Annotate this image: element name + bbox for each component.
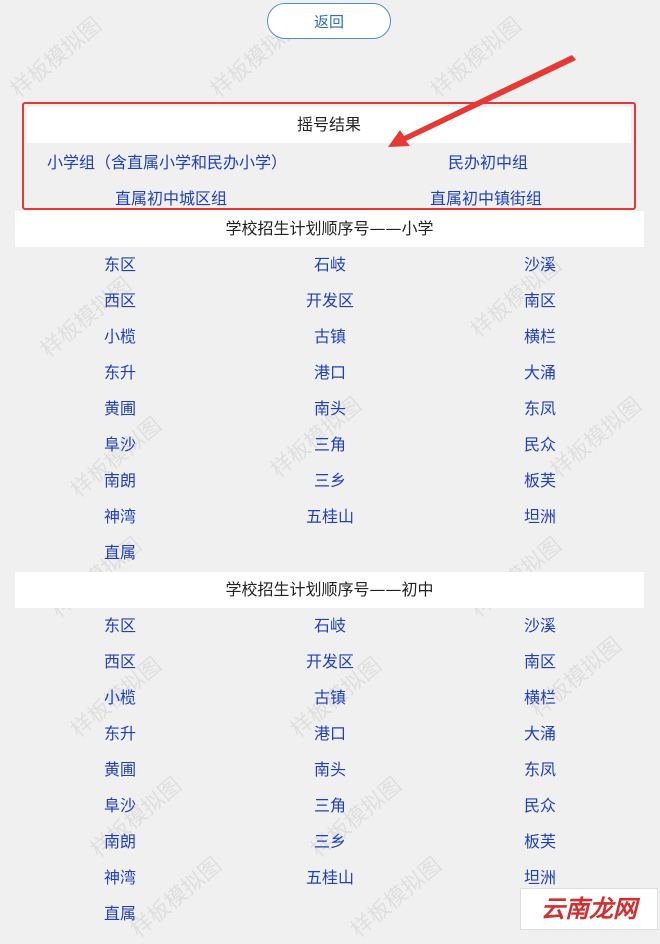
district-link[interactable]: 东升 [60,716,180,752]
private-junior-group-link[interactable]: 民办初中组 [448,149,528,173]
district-link[interactable]: 民众 [480,427,600,463]
district-row: 黄圃 南头 东凤 [15,391,644,427]
district-link[interactable]: 东区 [60,608,180,644]
district-link[interactable]: 小榄 [60,680,180,716]
district-link[interactable]: 板芙 [480,463,600,499]
district-row: 阜沙 三角 民众 [15,788,644,824]
district-row: 南朗 三乡 板芙 [15,824,644,860]
district-link[interactable]: 神湾 [60,499,180,535]
district-row: 阜沙 三角 民众 [15,427,644,463]
district-row: 黄圃 南头 东凤 [15,752,644,788]
primary-section-title: 学校招生计划顺序号——小学 [15,211,644,247]
district-link[interactable]: 横栏 [480,319,600,355]
district-link[interactable]: 西区 [60,283,180,319]
district-row: 西区 开发区 南区 [15,644,644,680]
district-row: 神湾 五桂山 坦洲 [15,499,644,535]
district-row: 东升 港口 大涌 [15,716,644,752]
direct-junior-urban-link[interactable]: 直属初中城区组 [115,185,227,209]
district-link[interactable]: 东凤 [480,752,600,788]
district-link[interactable]: 民众 [480,788,600,824]
junior-district-grid: 东区 石岐 沙溪西区 开发区 南区小榄 古镇 横栏东升 港口 大涌黄圃 南头 东凤阜沙 三角 民众南朗 三… [15,608,644,932]
district-link[interactable]: 南区 [480,283,600,319]
district-link[interactable]: 直属 [60,896,180,932]
district-link[interactable]: 三角 [270,427,390,463]
district-link[interactable]: 板芙 [480,824,600,860]
district-link[interactable]: 大涌 [480,355,600,391]
district-link[interactable]: 三乡 [270,824,390,860]
district-link[interactable]: 南区 [480,644,600,680]
district-link[interactable]: 直属 [60,535,180,571]
primary-district-grid: 东区 石岐 沙溪西区 开发区 南区小榄 古镇 横栏东升 港口 大涌黄圃 南头 东凤阜沙 三角 民众南朗 三… [15,247,644,571]
back-button[interactable]: 返回 [267,3,391,39]
district-link[interactable]: 坦洲 [480,499,600,535]
site-logo: 云南龙网 [520,888,658,930]
district-link[interactable]: 南朗 [60,824,180,860]
district-row: 小榄 古镇 横栏 [15,319,644,355]
lottery-result-box: 摇号结果 小学组（含直属小学和民办小学） 民办初中组 直属初中城区组 直属初中镇… [22,102,636,210]
district-link[interactable]: 古镇 [270,680,390,716]
district-link[interactable]: 大涌 [480,716,600,752]
district-link[interactable]: 石岐 [270,247,390,283]
district-row: 东升 港口 大涌 [15,355,644,391]
district-row: 小榄 古镇 横栏 [15,680,644,716]
watermark: 样板模拟图 [426,12,527,103]
district-link[interactable]: 港口 [270,355,390,391]
district-link[interactable]: 南头 [270,391,390,427]
district-link[interactable]: 开发区 [270,283,390,319]
district-link[interactable]: 东区 [60,247,180,283]
district-link[interactable]: 沙溪 [480,608,600,644]
district-link[interactable]: 开发区 [270,644,390,680]
direct-junior-town-link[interactable]: 直属初中镇街组 [430,185,542,209]
district-row: 东区 石岐 沙溪 [15,608,644,644]
district-link[interactable]: 沙溪 [480,247,600,283]
district-row: 东区 石岐 沙溪 [15,247,644,283]
district-link[interactable]: 港口 [270,716,390,752]
district-link[interactable]: 阜沙 [60,788,180,824]
district-link[interactable]: 三乡 [270,463,390,499]
district-link[interactable]: 黄圃 [60,752,180,788]
district-link[interactable]: 古镇 [270,319,390,355]
district-link[interactable]: 三角 [270,788,390,824]
junior-section-title: 学校招生计划顺序号——初中 [15,572,644,608]
district-link[interactable]: 横栏 [480,680,600,716]
result-title: 摇号结果 [27,107,631,143]
primary-group-link[interactable]: 小学组（含直属小学和民办小学） [47,149,287,173]
district-link[interactable]: 南朗 [60,463,180,499]
district-link[interactable]: 东升 [60,355,180,391]
district-row: 南朗 三乡 板芙 [15,463,644,499]
district-link[interactable]: 石岐 [270,608,390,644]
district-link[interactable]: 阜沙 [60,427,180,463]
district-link[interactable]: 神湾 [60,860,180,896]
watermark: 样板模拟图 [6,12,107,103]
district-link[interactable]: 小榄 [60,319,180,355]
district-link[interactable]: 南头 [270,752,390,788]
district-link[interactable]: 黄圃 [60,391,180,427]
district-link[interactable]: 西区 [60,644,180,680]
district-link[interactable]: 五桂山 [270,860,390,896]
district-link[interactable]: 五桂山 [270,499,390,535]
district-row: 直属 [15,535,644,571]
district-link[interactable]: 东凤 [480,391,600,427]
district-row: 西区 开发区 南区 [15,283,644,319]
